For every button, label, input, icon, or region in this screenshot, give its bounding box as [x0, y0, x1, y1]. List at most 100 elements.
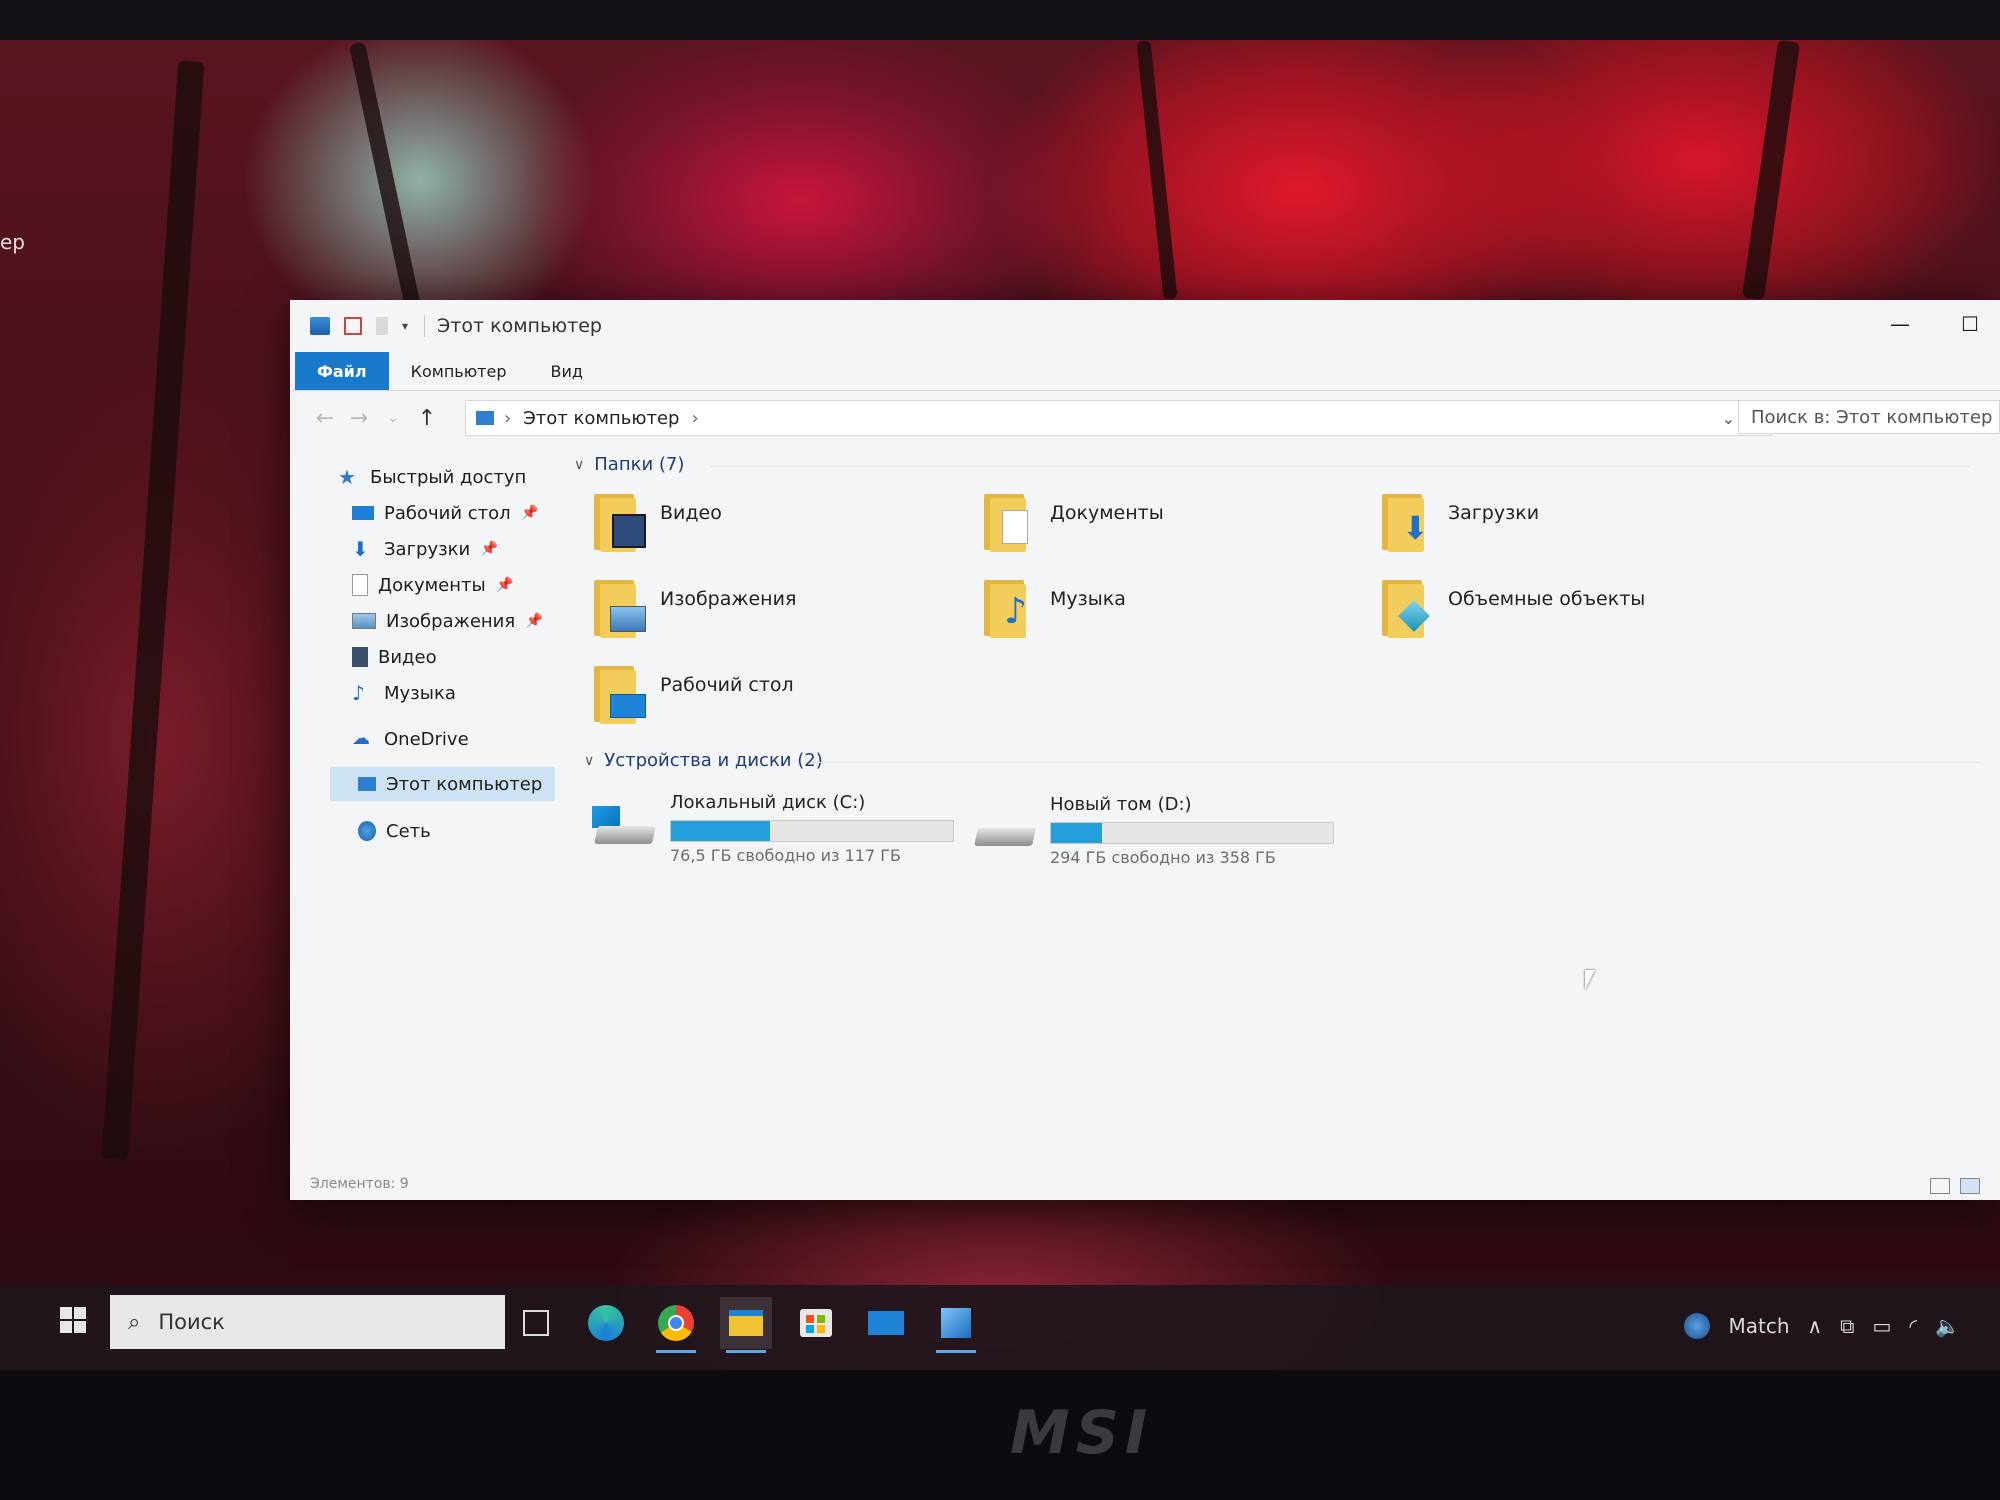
drive-usage-fill [671, 821, 770, 841]
nav-downloads[interactable]: ⬇ Загрузки 📌 [352, 532, 498, 566]
nav-onedrive[interactable]: ☁ OneDrive [352, 722, 469, 756]
drives-group-header[interactable]: ∨ Устройства и диски (2) [584, 750, 823, 771]
mouse-cursor-icon [1585, 970, 1595, 990]
document-icon [352, 574, 368, 596]
window-title: Этот компьютер [424, 315, 602, 337]
edge-icon[interactable] [580, 1297, 632, 1349]
tree-trunk [348, 41, 428, 339]
folder-label: Загрузки [1448, 502, 1540, 524]
forward-button[interactable]: → [342, 406, 376, 431]
maximize-button[interactable]: ☐ [1955, 312, 1985, 336]
folder-videos[interactable]: Видео [590, 492, 970, 572]
documents-folder-icon [980, 492, 1034, 552]
breadcrumb-separator-icon: › [504, 407, 512, 429]
new-folder-icon[interactable] [376, 317, 388, 335]
up-button[interactable]: ↑ [410, 406, 444, 431]
drive-usage-fill [1051, 823, 1102, 843]
start-button[interactable] [60, 1307, 88, 1335]
film-icon [352, 647, 368, 667]
nav-this-pc[interactable]: Этот компьютер [330, 767, 555, 801]
folders-group-header[interactable]: ∨ Папки (7) [574, 454, 684, 475]
drive-label: Локальный диск (C:) [670, 792, 866, 813]
folder-pictures[interactable]: Изображения [590, 578, 970, 658]
nav-desktop-label: Рабочий стол [384, 502, 511, 524]
pin-icon[interactable]: 📌 [481, 541, 498, 557]
weather-icon[interactable] [1684, 1313, 1711, 1339]
nav-videos-label: Видео [378, 646, 437, 668]
nav-desktop[interactable]: Рабочий стол 📌 [352, 496, 539, 530]
chevron-up-icon[interactable]: ∧ [1808, 1314, 1823, 1338]
download-arrow-icon: ⬇ [352, 537, 369, 561]
drive-free-space: 294 ГБ свободно из 358 ГБ [1050, 848, 1276, 867]
videos-folder-icon [590, 492, 646, 552]
search-placeholder: Поиск в: Этот компьютер [1751, 406, 1993, 428]
folder-music[interactable]: ♪ Музыка [980, 578, 1360, 658]
computer-icon [310, 317, 330, 335]
file-explorer-icon[interactable] [720, 1297, 772, 1353]
ribbon-tabs: Файл Компьютер Вид [290, 352, 2000, 391]
customize-toolbar-icon[interactable]: ▾ [402, 319, 408, 333]
address-dropdown-icon[interactable]: ⌄ [1722, 409, 1735, 428]
folder-label: Видео [660, 502, 722, 524]
tree-trunk [1136, 40, 1178, 301]
minimize-button[interactable]: — [1885, 312, 1915, 336]
chevron-down-icon[interactable]: ∨ [584, 753, 594, 769]
battery-icon[interactable]: ▭ [1872, 1314, 1891, 1338]
search-box[interactable]: Поиск в: Этот компьютер [1738, 400, 2000, 434]
tab-view[interactable]: Вид [529, 352, 605, 390]
drive-free-space: 76,5 ГБ свободно из 117 ГБ [670, 846, 901, 865]
nav-music-label: Музыка [384, 682, 456, 704]
active-indicator [726, 1350, 766, 1353]
mail-icon[interactable] [860, 1297, 912, 1349]
pictures-folder-icon [590, 578, 646, 638]
pin-icon[interactable]: 📌 [496, 577, 513, 593]
nav-videos[interactable]: Видео [352, 640, 437, 674]
computer-icon [476, 411, 494, 425]
nav-quick-access[interactable]: ★ Быстрый доступ [338, 460, 526, 494]
search-icon: ⌕ [128, 1309, 141, 1335]
taskbar-search-placeholder: Поиск [158, 1310, 225, 1334]
tree-trunk [1742, 40, 1800, 301]
nav-documents[interactable]: Документы 📌 [352, 568, 514, 602]
nav-this-pc-label: Этот компьютер [386, 773, 543, 795]
running-indicator [656, 1350, 696, 1353]
tab-computer[interactable]: Компьютер [389, 352, 529, 390]
details-view-icon[interactable] [1930, 1178, 1950, 1194]
photos-icon[interactable] [930, 1297, 982, 1353]
nav-onedrive-label: OneDrive [384, 728, 469, 750]
taskbar-search-box[interactable]: ⌕ Поиск [110, 1295, 505, 1349]
drive-d[interactable]: Новый том (D:) 294 ГБ свободно из 358 ГБ [972, 794, 1352, 884]
chrome-icon[interactable] [650, 1297, 702, 1353]
system-drive-icon [592, 806, 656, 850]
store-icon[interactable] [790, 1297, 842, 1349]
task-view-icon[interactable] [510, 1297, 562, 1349]
properties-icon[interactable] [344, 317, 362, 335]
recent-locations-button[interactable]: ⌄ [376, 410, 410, 426]
desktop-icon [352, 506, 374, 520]
pin-icon[interactable]: 📌 [521, 505, 538, 521]
nav-music[interactable]: ♪ Музыка [352, 676, 456, 710]
volume-icon[interactable]: 🔈 [1935, 1314, 1960, 1338]
network-status-icon[interactable]: ⧉ [1840, 1314, 1854, 1338]
back-button[interactable]: ← [308, 406, 342, 431]
file-explorer-window[interactable]: ▾ Этот компьютер — ☐ Файл Компьютер Вид … [290, 300, 2000, 1200]
drive-c[interactable]: Локальный диск (C:) 76,5 ГБ свободно из … [592, 792, 972, 882]
nav-network[interactable]: Сеть [358, 814, 431, 848]
desktop-icon-label[interactable]: ер [0, 230, 25, 254]
breadcrumb-this-pc[interactable]: Этот компьютер [523, 408, 679, 429]
address-bar[interactable]: › Этот компьютер › ⌄ ↻ [465, 400, 1772, 436]
folder-desktop[interactable]: Рабочий стол [590, 664, 970, 744]
chevron-down-icon[interactable]: ∨ [574, 457, 584, 473]
drive-usage-bar [1050, 822, 1334, 844]
folder-downloads[interactable]: ⬇ Загрузки [1378, 492, 1758, 572]
tree-trunk [101, 60, 205, 1160]
folder-documents[interactable]: Документы [980, 492, 1360, 572]
title-bar[interactable]: ▾ Этот компьютер — ☐ [290, 300, 2000, 352]
large-icons-view-icon[interactable] [1960, 1178, 1980, 1194]
nav-pictures[interactable]: Изображения 📌 [352, 604, 543, 638]
pin-icon[interactable]: 📌 [526, 613, 543, 629]
wifi-icon[interactable]: ◜ [1909, 1314, 1917, 1338]
weather-widget-text[interactable]: Match [1728, 1314, 1789, 1338]
folder-3d-objects[interactable]: Объемные объекты [1378, 578, 1758, 658]
tab-file[interactable]: Файл [295, 352, 389, 390]
